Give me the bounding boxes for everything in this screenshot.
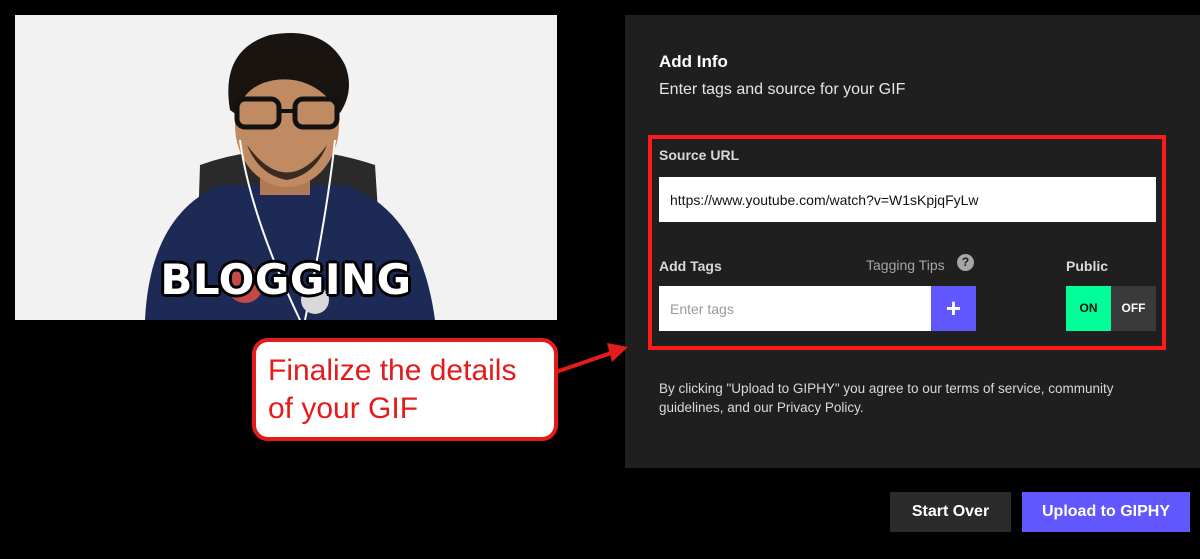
gif-caption: BLOGGING	[160, 255, 412, 304]
annotation-callout: Finalize the details of your GIF	[252, 338, 558, 441]
toggle-off-option[interactable]: OFF	[1111, 286, 1156, 331]
tags-input[interactable]	[659, 286, 931, 331]
source-url-label: Source URL	[659, 147, 740, 163]
help-icon[interactable]: ?	[957, 254, 974, 271]
add-tag-button[interactable]: +	[931, 286, 976, 331]
panel-title: Add Info	[659, 52, 728, 71]
terms-notice: By clicking "Upload to GIPHY" you agree …	[659, 381, 1114, 415]
callout-line-1: Finalize the details	[268, 354, 517, 387]
public-toggle[interactable]: ON OFF	[1066, 286, 1156, 331]
source-url-input[interactable]	[659, 177, 1156, 222]
upload-button[interactable]: Upload to GIPHY	[1022, 492, 1190, 532]
callout-line-2: of your GIF	[268, 392, 419, 425]
public-label: Public	[1066, 258, 1109, 274]
start-over-button[interactable]: Start Over	[890, 492, 1011, 532]
gif-preview: BLOGGING	[15, 15, 557, 320]
panel-subtitle: Enter tags and source for your GIF	[659, 81, 906, 98]
add-tags-label: Add Tags	[659, 258, 722, 274]
add-info-panel: Add Info Enter tags and source for your …	[625, 15, 1200, 468]
tagging-tips-link[interactable]: Tagging Tips	[866, 257, 945, 273]
toggle-on-option[interactable]: ON	[1066, 286, 1111, 331]
